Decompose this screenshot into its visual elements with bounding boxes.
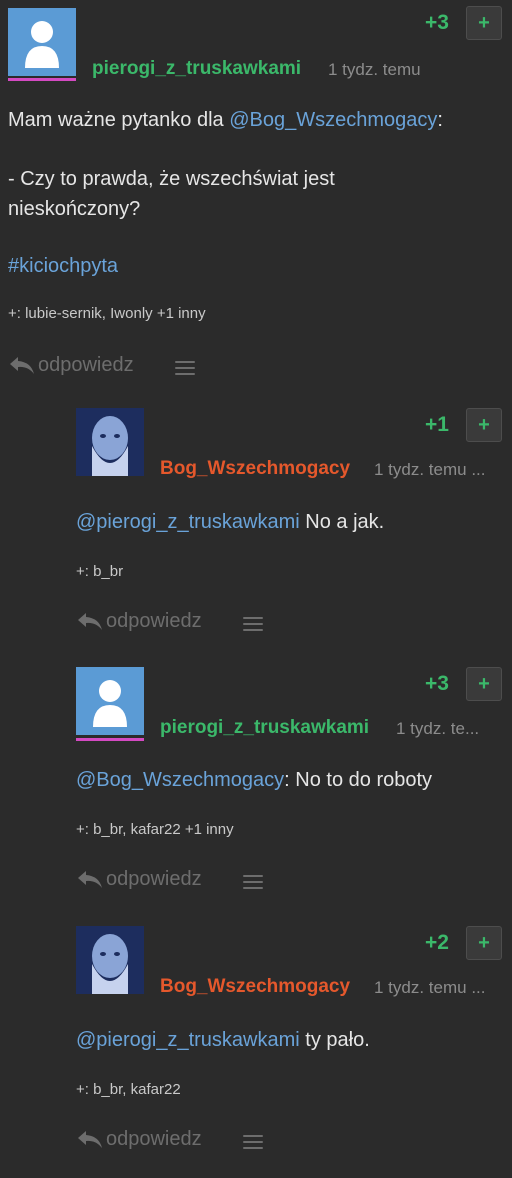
comment: +3 + pierogi_z_truskawkami 1 tydz. te...… (0, 653, 512, 913)
reply-icon (78, 612, 102, 630)
timestamp: 1 tydz. temu (328, 60, 421, 79)
author-name[interactable]: pierogi_z_truskawkami (160, 717, 369, 739)
mention-link[interactable]: @Bog_Wszechmogacy (229, 109, 437, 131)
menu-icon[interactable] (243, 617, 263, 631)
avatar-underline (8, 78, 76, 81)
mention-link[interactable]: @Bog_Wszechmogacy (76, 769, 284, 791)
author-name[interactable]: Bog_Wszechmogacy (160, 976, 350, 998)
mention-link[interactable]: @pierogi_z_truskawkami (76, 511, 300, 533)
timestamp: 1 tydz. temu ... (374, 460, 486, 479)
menu-icon[interactable] (175, 361, 195, 375)
reply-label: odpowiedz (106, 868, 202, 890)
menu-icon[interactable] (243, 875, 263, 889)
voters-list[interactable]: +: b_br, kafar22 +1 inny (76, 821, 234, 838)
comment-text: No a jak. (299, 511, 385, 533)
author-name[interactable]: Bog_Wszechmogacy (160, 458, 350, 480)
comment-body: @Bog_Wszechmogacy: No to do roboty (76, 765, 432, 795)
mention-link[interactable]: @pierogi_z_truskawkami (76, 1029, 300, 1051)
reply-button[interactable]: odpowiedz (76, 1128, 202, 1151)
body-line-2: - Czy to prawda, że wszechświat jest (8, 168, 335, 190)
body-line-1: Mam ważne pytanko dla @Bog_Wszechmogacy: (8, 105, 504, 135)
reply-button[interactable]: odpowiedz (76, 610, 202, 633)
body-text: Mam ważne pytanko dla (8, 109, 230, 131)
avatar[interactable] (76, 408, 144, 476)
reply-icon (10, 356, 34, 374)
voters-list[interactable]: +: b_br (76, 563, 123, 580)
user-icon (93, 680, 127, 727)
reply-icon (78, 1130, 102, 1148)
comment-text: ty pało. (299, 1029, 370, 1051)
avatar[interactable] (8, 8, 76, 76)
reply-label: odpowiedz (38, 354, 134, 376)
timestamp: 1 tydz. te... (396, 719, 480, 738)
comment-body: @pierogi_z_truskawkami No a jak. (76, 507, 384, 537)
timestamp: 1 tydz. temu ... (374, 978, 486, 997)
reply-icon (78, 870, 102, 888)
comment-text: : No to do roboty (284, 769, 433, 791)
vote-plus-button[interactable]: + (466, 926, 502, 960)
menu-icon[interactable] (243, 1135, 263, 1149)
god-avatar-icon (76, 926, 144, 994)
user-icon (25, 21, 59, 68)
comment: +2 + Bog_Wszechmogacy 1 tydz. temu ... @… (0, 913, 512, 1178)
vote-score: +3 (425, 672, 449, 695)
main-post: +3 + pierogi_z_truskawkami 1 tydz. temu … (0, 0, 512, 395)
avatar-underline (76, 738, 144, 741)
vote-score: +2 (425, 931, 449, 954)
hashtag-link[interactable]: #kiciochpyta (8, 251, 118, 281)
reply-label: odpowiedz (106, 610, 202, 632)
body-line-3: nieskończony? (8, 198, 141, 220)
reply-button[interactable]: odpowiedz (8, 354, 134, 377)
author-name[interactable]: pierogi_z_truskawkami (92, 58, 301, 80)
reply-label: odpowiedz (106, 1128, 202, 1150)
comment-body: @pierogi_z_truskawkami ty pało. (76, 1025, 370, 1055)
voters-list[interactable]: +: lubie-sernik, Iwonly +1 inny (8, 305, 206, 322)
voters-list[interactable]: +: b_br, kafar22 (76, 1081, 181, 1098)
vote-plus-button[interactable]: + (466, 667, 502, 701)
comment: +1 + Bog_Wszechmogacy 1 tydz. temu ... @… (0, 395, 512, 653)
vote-plus-button[interactable]: + (466, 408, 502, 442)
post-body: Mam ważne pytanko dla @Bog_Wszechmogacy: (8, 105, 504, 135)
body-text-suffix: : (437, 109, 443, 131)
vote-score: +3 (425, 11, 449, 34)
reply-button[interactable]: odpowiedz (76, 868, 202, 891)
avatar[interactable] (76, 926, 144, 994)
avatar[interactable] (76, 667, 144, 735)
vote-score: +1 (425, 413, 449, 436)
god-avatar-icon (76, 408, 144, 476)
vote-plus-button[interactable]: + (466, 6, 502, 40)
